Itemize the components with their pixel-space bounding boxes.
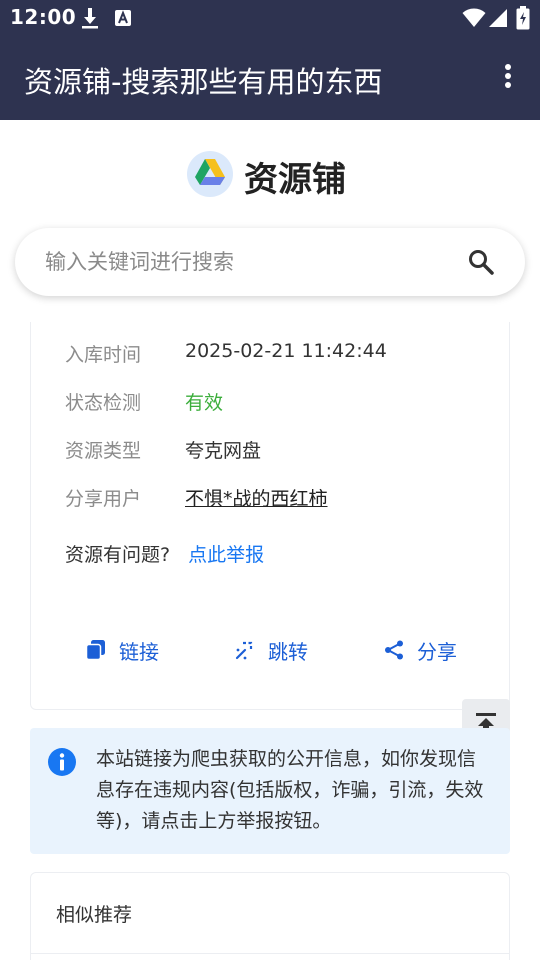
app-title: 资源铺-搜索那些有用的东西 <box>24 65 383 99</box>
search-bar <box>15 228 525 296</box>
battery-icon <box>516 6 530 30</box>
action-label: 链接 <box>119 640 159 664</box>
divider <box>31 953 509 954</box>
report-link[interactable]: 点此举报 <box>188 544 264 566</box>
download-icon <box>82 8 98 29</box>
notice-box: 本站链接为爬虫获取的公开信息，如你发现信息存在违规内容(包括版权，诈骗，引流，失… <box>30 728 510 854</box>
brand-header: 资源铺 <box>0 148 540 200</box>
status-value: 有效 <box>185 392 224 414</box>
signal-icon <box>489 9 507 27</box>
resource-detail-card: 入库时间 2025-02-21 11:42:44 状态检测 有效 资源类型 夸克… <box>30 322 510 710</box>
wifi-icon <box>462 8 486 27</box>
info-label: 资源类型 <box>65 440 142 462</box>
jump-icon <box>235 641 253 660</box>
report-row: 资源有问题? 点此举报 <box>65 540 264 567</box>
search-icon[interactable] <box>467 248 495 276</box>
action-label: 分享 <box>417 640 457 664</box>
search-input[interactable] <box>45 246 445 278</box>
status-time: 12:00 <box>10 5 77 29</box>
brand-name: 资源铺 <box>244 160 346 200</box>
share-icon <box>385 640 403 660</box>
share-user-link[interactable]: 不惧*战的西红柿 <box>185 484 328 511</box>
info-label: 分享用户 <box>65 488 142 510</box>
similar-card: 相似推荐 <box>30 872 510 960</box>
info-value: 2025-02-21 11:42:44 <box>185 340 387 362</box>
a-notification-icon <box>115 10 131 26</box>
info-label: 状态检测 <box>65 392 142 414</box>
info-label: 入库时间 <box>65 344 142 366</box>
more-vert-icon[interactable] <box>494 64 522 92</box>
drive-logo-icon <box>187 151 233 197</box>
status-bar: 12:00 <box>0 0 540 36</box>
info-value: 夸克网盘 <box>185 440 262 462</box>
copy-icon <box>85 640 105 661</box>
similar-title: 相似推荐 <box>56 904 133 926</box>
action-label: 跳转 <box>268 640 308 664</box>
report-question: 资源有问题? <box>65 544 171 566</box>
notice-text: 本站链接为爬虫获取的公开信息，如你发现信息存在违规内容(包括版权，诈骗，引流，失… <box>96 748 484 832</box>
info-icon <box>48 748 76 776</box>
app-bar: 资源铺-搜索那些有用的东西 <box>0 36 540 120</box>
